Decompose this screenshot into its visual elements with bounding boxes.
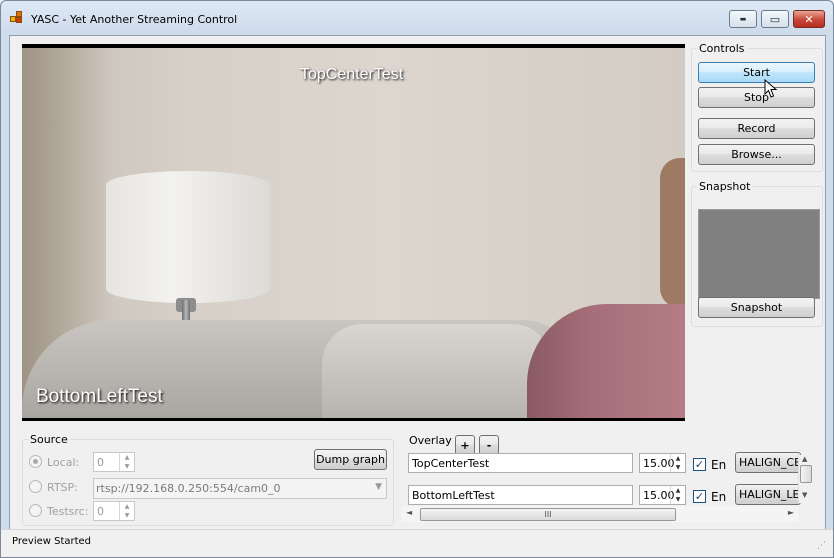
mouse-cursor-icon xyxy=(764,79,778,98)
source-group: Source Local: 0 ▲ ▼ RTSP: rtsp://192.168… xyxy=(22,433,394,526)
testsrc-stepper[interactable]: 0 ▲ ▼ xyxy=(93,501,135,521)
spin-down-icon[interactable]: ▼ xyxy=(671,463,685,472)
scroll-right-icon[interactable]: ► xyxy=(788,508,794,517)
scroll-down-icon[interactable]: ▼ xyxy=(802,491,807,499)
scroll-up-icon[interactable]: ▲ xyxy=(802,455,807,463)
overlay-halign-select[interactable]: HALIGN_CE xyxy=(735,452,801,473)
overlay-text-top-center: TopCenterTest xyxy=(300,66,404,83)
lamp-shade xyxy=(106,171,270,303)
add-overlay-button[interactable]: + xyxy=(455,435,475,455)
local-device-stepper[interactable]: 0 ▲ ▼ xyxy=(93,452,135,472)
overlay-group-label: Overlay xyxy=(407,434,454,447)
overlay-enabled-label: En xyxy=(711,490,727,504)
record-button[interactable]: Record xyxy=(698,118,815,139)
dump-graph-button[interactable]: Dump graph xyxy=(314,449,387,470)
testsrc-label: Testsrc: xyxy=(47,505,89,518)
status-text: Preview Started xyxy=(12,536,92,547)
chevron-down-icon: ▼ xyxy=(375,482,382,492)
scrollbar-thumb[interactable]: III xyxy=(420,508,676,521)
local-device-value: 0 xyxy=(97,456,104,469)
testsrc-radio[interactable] xyxy=(29,504,42,517)
title-bar[interactable]: YASC - Yet Another Streaming Control ▬ ▭… xyxy=(1,1,833,35)
start-button[interactable]: Start xyxy=(698,62,815,83)
spin-up-icon[interactable]: ▲ xyxy=(671,486,685,495)
local-radio[interactable] xyxy=(29,455,42,468)
overlay-text-field[interactable]: BottomLeftTest xyxy=(408,485,633,505)
controls-group: Controls Start Stop Record Browse... xyxy=(691,42,823,172)
window-title: YASC - Yet Another Streaming Control xyxy=(31,13,238,26)
spin-up-icon[interactable]: ▲ xyxy=(120,502,134,511)
controls-group-label: Controls xyxy=(697,42,747,55)
remove-overlay-button[interactable]: - xyxy=(479,435,499,455)
testsrc-value: 0 xyxy=(97,505,104,518)
minimize-icon: ▬ xyxy=(739,15,747,23)
snapshot-button[interactable]: Snapshot xyxy=(698,297,815,318)
overlay-size-stepper[interactable]: 15.00 ▲ ▼ xyxy=(639,485,686,505)
overlay-halign-select[interactable]: HALIGN_LE xyxy=(735,484,801,505)
rtsp-radio[interactable] xyxy=(29,480,42,493)
close-button[interactable]: ✕ xyxy=(793,10,825,28)
scroll-left-icon[interactable]: ◄ xyxy=(406,508,412,517)
close-icon: ✕ xyxy=(804,12,814,26)
overlay-enabled-label: En xyxy=(711,458,727,472)
rtsp-url-value: rtsp://192.168.0.250:554/cam0_0 xyxy=(96,482,281,495)
spin-down-icon[interactable]: ▼ xyxy=(120,462,134,471)
overlay-vertical-scrollbar[interactable]: ▲ ▼ xyxy=(798,455,812,503)
spin-up-icon[interactable]: ▲ xyxy=(671,454,685,463)
camera-frame: TopCenterTest BottomLeftTest xyxy=(22,48,685,418)
spin-up-icon[interactable]: ▲ xyxy=(120,453,134,462)
overlay-enabled-checkbox[interactable]: ✓ xyxy=(693,490,706,503)
snapshot-group-label: Snapshot xyxy=(697,180,753,193)
rtsp-url-combo[interactable]: rtsp://192.168.0.250:554/cam0_0 ▼ xyxy=(93,478,387,499)
maximize-icon: ▭ xyxy=(769,12,781,26)
spin-down-icon[interactable]: ▼ xyxy=(671,495,685,504)
app-icon xyxy=(10,11,26,25)
person xyxy=(660,158,685,308)
local-label: Local: xyxy=(47,456,80,469)
client-area: TopCenterTest BottomLeftTest Controls St… xyxy=(9,35,826,551)
resize-grip-icon[interactable]: ⋰ xyxy=(817,541,827,551)
video-preview: TopCenterTest BottomLeftTest xyxy=(22,44,685,421)
stop-button[interactable]: Stop xyxy=(698,87,815,108)
maximize-button[interactable]: ▭ xyxy=(761,10,789,28)
overlay-enabled-checkbox[interactable]: ✓ xyxy=(693,458,706,471)
overlay-text-bottom-left: BottomLeftTest xyxy=(36,386,163,407)
minimize-button[interactable]: ▬ xyxy=(729,10,757,28)
snapshot-group: Snapshot Snapshot xyxy=(691,180,823,327)
overlay-size-stepper[interactable]: 15.00 ▲ ▼ xyxy=(639,453,686,473)
status-bar: Preview Started ⋰ xyxy=(1,529,833,557)
spin-down-icon[interactable]: ▼ xyxy=(120,511,134,520)
overlay-horizontal-scrollbar[interactable]: ◄ III ► xyxy=(402,506,798,522)
app-window: YASC - Yet Another Streaming Control ▬ ▭… xyxy=(0,0,834,558)
rtsp-label: RTSP: xyxy=(47,481,78,494)
scrollbar-thumb[interactable] xyxy=(800,465,812,483)
overlay-text-field[interactable]: TopCenterTest xyxy=(408,453,633,473)
snapshot-preview xyxy=(698,209,820,299)
source-group-label: Source xyxy=(28,433,70,446)
browse-button[interactable]: Browse... xyxy=(698,144,815,165)
